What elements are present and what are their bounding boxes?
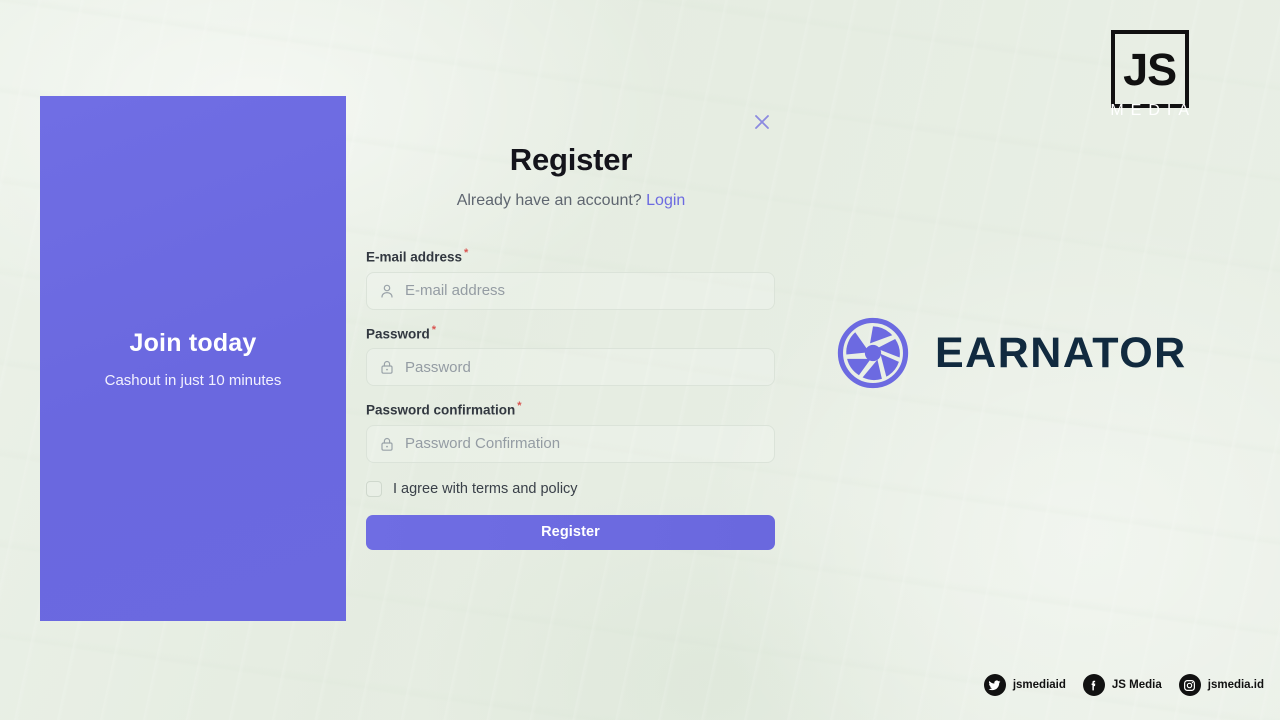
close-icon[interactable] — [748, 108, 776, 136]
lock-icon — [379, 359, 395, 375]
social-handle-facebook: JS Media — [1111, 679, 1162, 691]
jsmedia-monogram-box: JS — [1110, 30, 1189, 108]
login-link[interactable]: Login — [646, 192, 685, 209]
social-item-twitter[interactable]: jsmediaid — [983, 674, 1066, 696]
email-input-wrapper[interactable] — [366, 271, 775, 310]
promo-title: Join today — [129, 328, 257, 357]
field-password: Password * — [366, 324, 775, 386]
password-input-wrapper[interactable] — [366, 348, 775, 386]
social-item-facebook[interactable]: JS Media — [1082, 674, 1162, 696]
brand-lockup: EARNATOR — [836, 316, 1187, 390]
twitter-icon — [983, 674, 1006, 696]
social-handle-instagram: jsmedia.id — [1207, 679, 1264, 691]
login-prompt: Already have an account? Login — [366, 192, 776, 210]
required-marker-password: * — [431, 323, 437, 336]
close-row — [366, 100, 776, 140]
terms-checkbox-label[interactable]: I agree with terms and policy — [393, 481, 578, 497]
social-bar: jsmediaid JS Media jsmedia.id — [983, 674, 1264, 696]
page-title: Register — [509, 142, 633, 177]
register-button[interactable]: Register — [366, 514, 775, 550]
form-fields: E-mail address* Password* — [366, 247, 775, 550]
password-field[interactable] — [395, 349, 735, 385]
facebook-icon — [1082, 674, 1105, 696]
jsmedia-monogram: JS — [1123, 43, 1177, 95]
field-password-confirmation: Password confirmation * — [366, 400, 775, 463]
social-item-instagram[interactable]: jsmedia.id — [1178, 674, 1264, 696]
register-form: Register Already have an account? Login … — [366, 100, 776, 550]
jsmedia-logo: JS MEDIA — [1103, 30, 1196, 120]
promo-subtitle: Cashout in just 10 minutes — [104, 371, 282, 389]
brand-name: EARNATOR — [935, 328, 1187, 377]
label-password-confirmation-text: Password confirmation — [366, 402, 516, 418]
lock-icon — [379, 436, 395, 452]
social-handle-twitter: jsmediaid — [1012, 679, 1066, 691]
label-password-confirmation: Password confirmation * — [366, 400, 775, 418]
label-email: E-mail address * — [366, 247, 775, 265]
promo-panel: Join today Cashout in just 10 minutes — [40, 96, 346, 621]
field-email: E-mail address * — [366, 247, 775, 310]
instagram-icon — [1178, 674, 1201, 696]
person-icon — [379, 283, 395, 299]
label-email-text: E-mail address — [366, 249, 463, 265]
terms-checkbox[interactable] — [366, 480, 382, 497]
required-marker-password-confirmation: * — [517, 400, 522, 412]
jsmedia-wordmark: MEDIA — [1110, 102, 1196, 119]
label-password-text: Password — [366, 326, 430, 341]
password-confirmation-field[interactable] — [395, 425, 735, 462]
search-input email-field[interactable] — [395, 272, 735, 309]
login-prompt-text: Already have an account? — [456, 192, 642, 209]
required-marker-email: * — [464, 247, 469, 259]
password-confirmation-input-wrapper[interactable] — [366, 424, 775, 463]
aperture-icon — [836, 316, 910, 390]
terms-agreement-row: I agree with terms and policy — [366, 480, 775, 497]
label-password: Password * — [366, 324, 775, 342]
